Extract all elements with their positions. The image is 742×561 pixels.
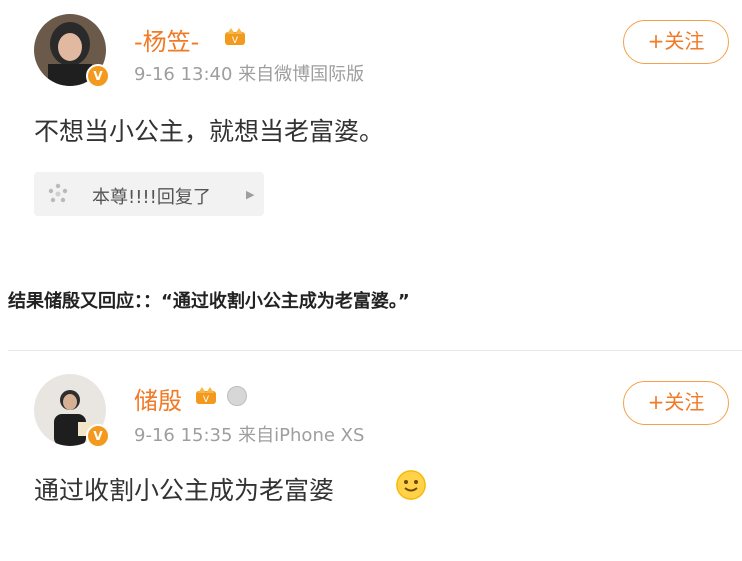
verified-badge-icon: V xyxy=(86,64,110,88)
follow-button[interactable]: +关注 xyxy=(623,20,729,64)
medal-icon xyxy=(227,386,247,406)
crown-icon: V xyxy=(225,28,245,46)
post-meta: 9-16 15:35 来自iPhone XS xyxy=(134,425,365,446)
smiley-emoji-icon xyxy=(396,470,426,500)
post-meta: 9-16 13:40 来自微博国际版 xyxy=(134,64,365,85)
verified-badge-icon: V xyxy=(86,424,110,448)
follow-button[interactable]: +关注 xyxy=(623,381,729,425)
reply-pill[interactable]: 本尊!!!!回复了 ▶ xyxy=(34,172,264,216)
username[interactable]: -杨笠- xyxy=(134,22,199,57)
svg-text:V: V xyxy=(232,36,239,46)
username[interactable]: 储殷 xyxy=(134,381,182,416)
caption-text: 结果储殷又回应：：“通过收割小公主成为老富婆。” xyxy=(8,291,410,312)
sparkle-icon xyxy=(48,183,68,203)
chevron-right-icon: ▶ xyxy=(246,188,255,201)
crown-icon: V xyxy=(196,387,216,405)
divider xyxy=(8,350,742,351)
post-content: 通过收割小公主成为老富婆 xyxy=(34,476,335,505)
svg-text:V: V xyxy=(203,395,210,405)
post-content: 不想当小公主，就想当老富婆。 xyxy=(34,117,385,146)
reply-label: 本尊!!!!回复了 xyxy=(92,187,211,208)
